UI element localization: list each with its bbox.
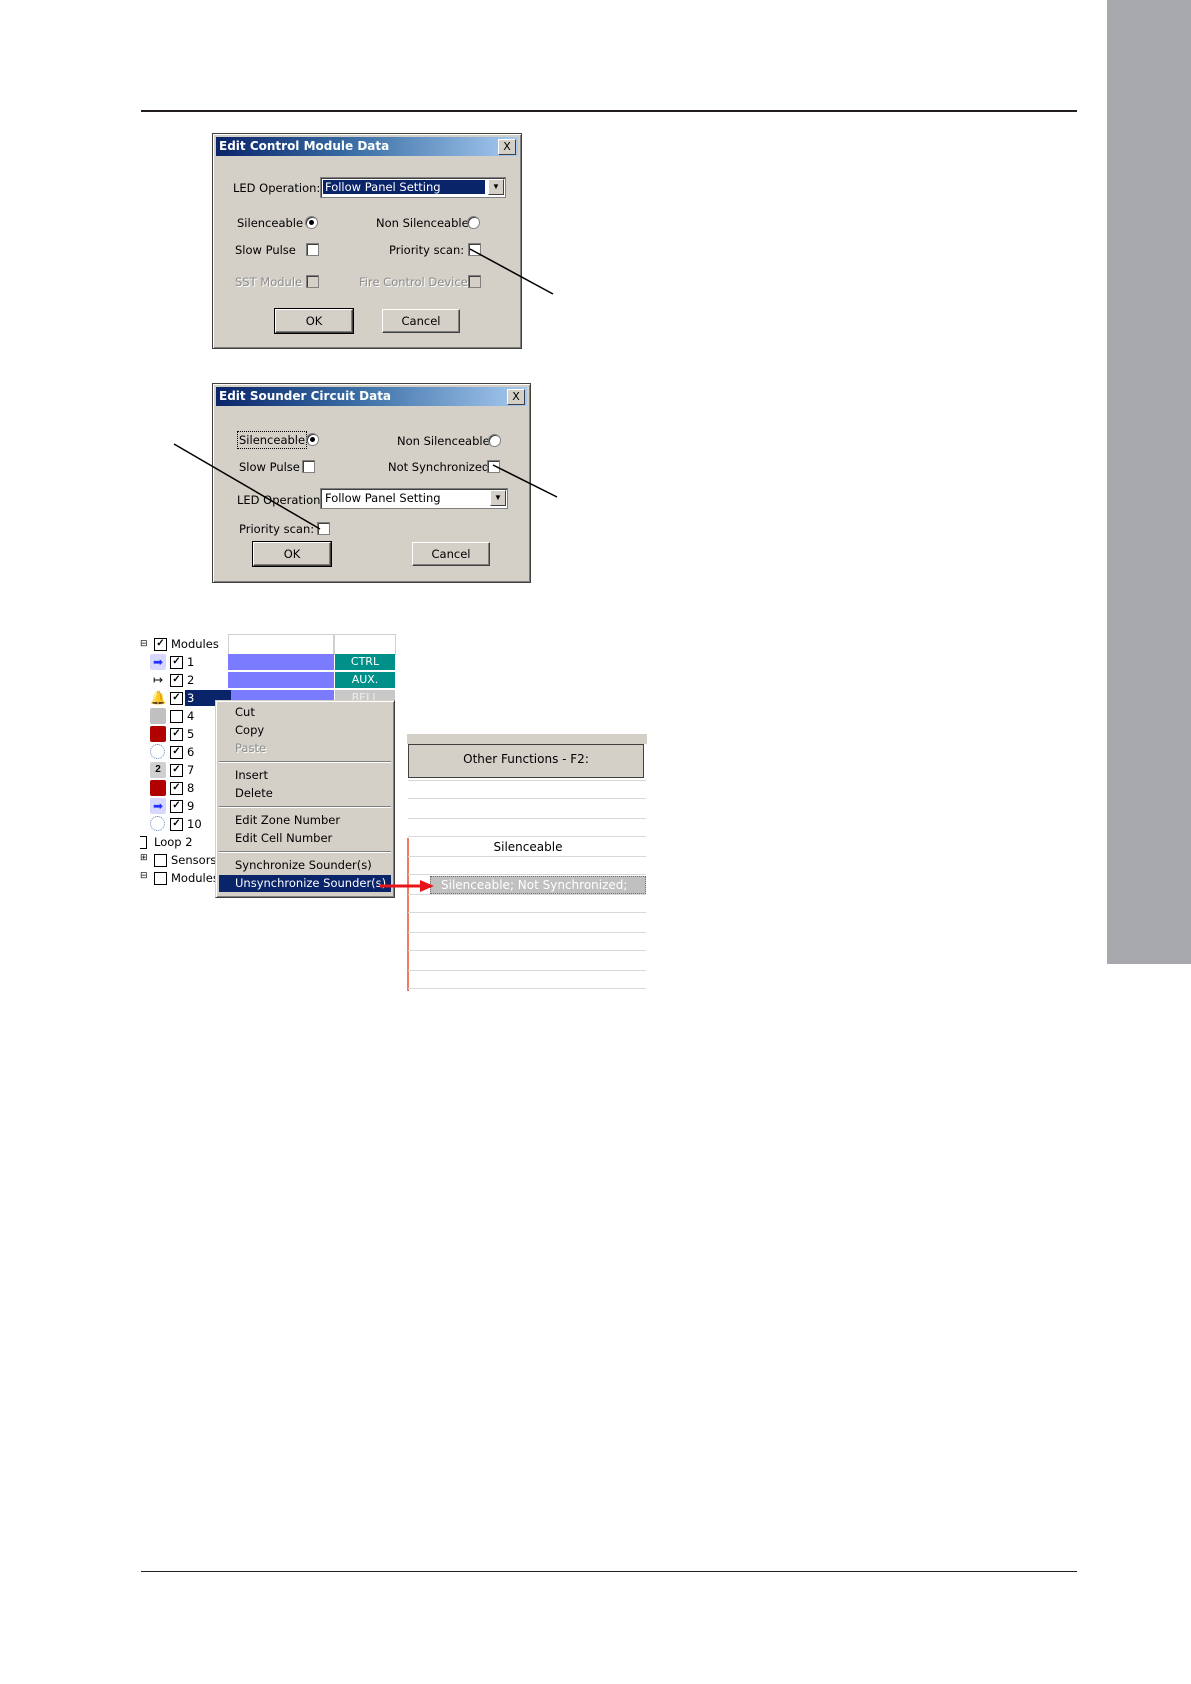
- callout-line: [173, 443, 321, 530]
- callout-line: [492, 464, 558, 498]
- callout-line: [469, 248, 554, 295]
- red-arrow-head: [420, 880, 434, 892]
- callout-overlay: [173, 248, 558, 892]
